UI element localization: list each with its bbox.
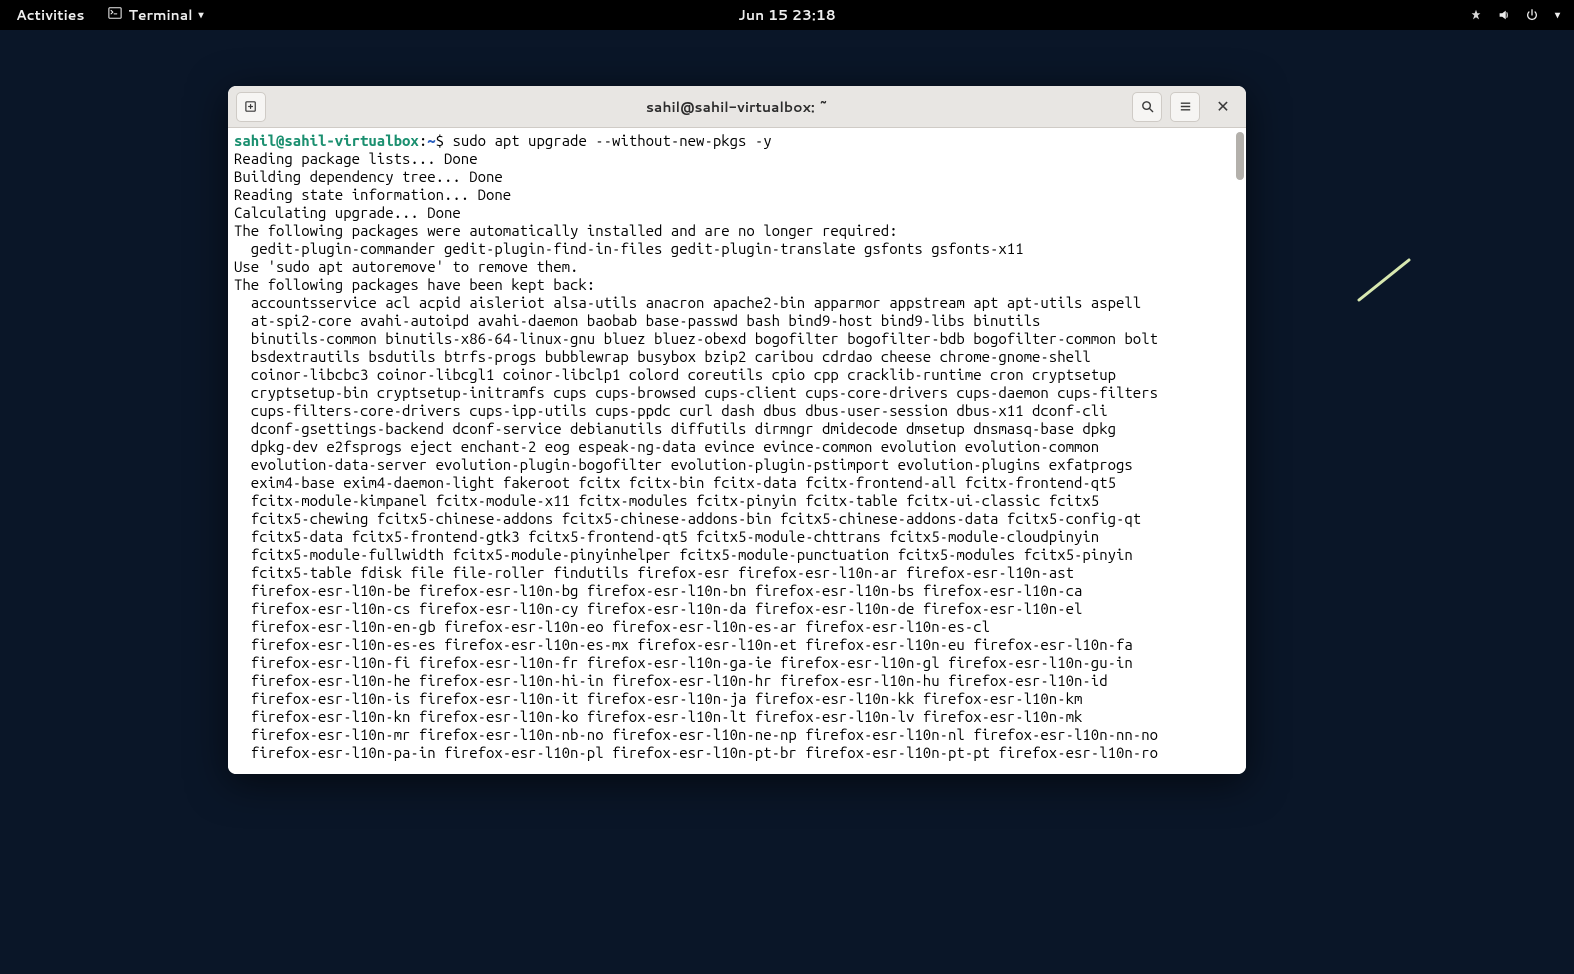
terminal-window: sahil@sahil-virtualbox: ~ ✕ sahil@sahil-… [228,86,1246,774]
package-list-line: fcitx5-table fdisk file file-roller find… [234,564,1240,582]
output-line: Calculating upgrade... Done [234,204,461,221]
clock[interactable]: Jun 15 23:18 [738,5,835,25]
package-list-line: accountsservice acl acpid aisleriot alsa… [234,294,1240,312]
package-list-line: cups-filters-core-drivers cups-ipp-utils… [234,402,1240,420]
package-list-line: firefox-esr-l10n-mr firefox-esr-l10n-nb-… [234,726,1240,744]
package-list-line: firefox-esr-l10n-he firefox-esr-l10n-hi-… [234,672,1240,690]
package-list-line: evolution-data-server evolution-plugin-b… [234,456,1240,474]
package-list-line: fcitx5-chewing fcitx5-chinese-addons fci… [234,510,1240,528]
output-line: Reading package lists... Done [234,150,478,167]
output-line: The following packages were automaticall… [234,222,898,239]
prompt-path: ~ [427,132,435,149]
output-line: Reading state information... Done [234,186,511,203]
package-list-line: binutils-common binutils-x86-64-linux-gn… [234,330,1240,348]
power-icon[interactable] [1525,8,1539,22]
app-menu-label: Terminal [128,5,192,25]
prompt-user-host: sahil@sahil-virtualbox [234,132,419,149]
package-list-line: firefox-esr-l10n-en-gb firefox-esr-l10n-… [234,618,1240,636]
terminal-icon [108,5,122,25]
package-list-line: firefox-esr-l10n-es-es firefox-esr-l10n-… [234,636,1240,654]
prompt-sep: : [419,132,427,149]
menu-button[interactable] [1170,92,1200,122]
package-list-line: firefox-esr-l10n-fi firefox-esr-l10n-fr … [234,654,1240,672]
prompt-symbol: $ [436,132,444,149]
output-line: gedit-plugin-commander gedit-plugin-find… [234,240,1240,258]
chevron-down-icon: ▾ [199,8,204,22]
output-line: The following packages have been kept ba… [234,276,595,293]
package-list-line: cryptsetup-bin cryptsetup-initramfs cups… [234,384,1240,402]
package-list-line: firefox-esr-l10n-cs firefox-esr-l10n-cy … [234,600,1240,618]
window-title: sahil@sahil-virtualbox: ~ [646,97,828,117]
command-text: sudo apt upgrade --without-new-pkgs -y [452,132,771,149]
new-tab-button[interactable] [236,92,266,122]
package-list-line: bsdextrautils bsdutils btrfs-progs bubbl… [234,348,1240,366]
network-icon[interactable] [1469,8,1483,22]
package-list-line: fcitx5-data fcitx5-frontend-gtk3 fcitx5-… [234,528,1240,546]
package-list-line: firefox-esr-l10n-is firefox-esr-l10n-it … [234,690,1240,708]
package-list-line: dpkg-dev e2fsprogs eject enchant-2 eog e… [234,438,1240,456]
titlebar: sahil@sahil-virtualbox: ~ ✕ [228,86,1246,128]
system-menu-chevron-icon[interactable]: ▾ [1555,8,1560,22]
close-icon: ✕ [1216,95,1229,118]
output-line: Use 'sudo apt autoremove' to remove them… [234,258,578,275]
package-list-line: coinor-libcbc3 coinor-libcgl1 coinor-lib… [234,366,1240,384]
package-list-line: at-spi2-core avahi-autoipd avahi-daemon … [234,312,1240,330]
package-list-line: firefox-esr-l10n-pa-in firefox-esr-l10n-… [234,744,1240,762]
output-line: Building dependency tree... Done [234,168,503,185]
package-list-line: firefox-esr-l10n-be firefox-esr-l10n-bg … [234,582,1240,600]
scrollbar-thumb[interactable] [1236,132,1244,180]
close-button[interactable]: ✕ [1208,92,1238,122]
volume-icon[interactable] [1497,8,1511,22]
package-list-line: fcitx5-module-fullwidth fcitx5-module-pi… [234,546,1240,564]
activities-button[interactable]: Activities [16,5,84,25]
wallpaper-streak [1354,250,1414,310]
package-list-line: dconf-gsettings-backend dconf-service de… [234,420,1240,438]
terminal-content[interactable]: sahil@sahil-virtualbox:~$ sudo apt upgra… [228,128,1246,774]
gnome-topbar: Activities Terminal ▾ Jun 15 23:18 ▾ [0,0,1574,30]
app-menu[interactable]: Terminal ▾ [108,5,203,25]
search-button[interactable] [1132,92,1162,122]
package-list-line: exim4-base exim4-daemon-light fakeroot f… [234,474,1240,492]
package-list-line: fcitx-module-kimpanel fcitx-module-x11 f… [234,492,1240,510]
package-list-line: firefox-esr-l10n-kn firefox-esr-l10n-ko … [234,708,1240,726]
